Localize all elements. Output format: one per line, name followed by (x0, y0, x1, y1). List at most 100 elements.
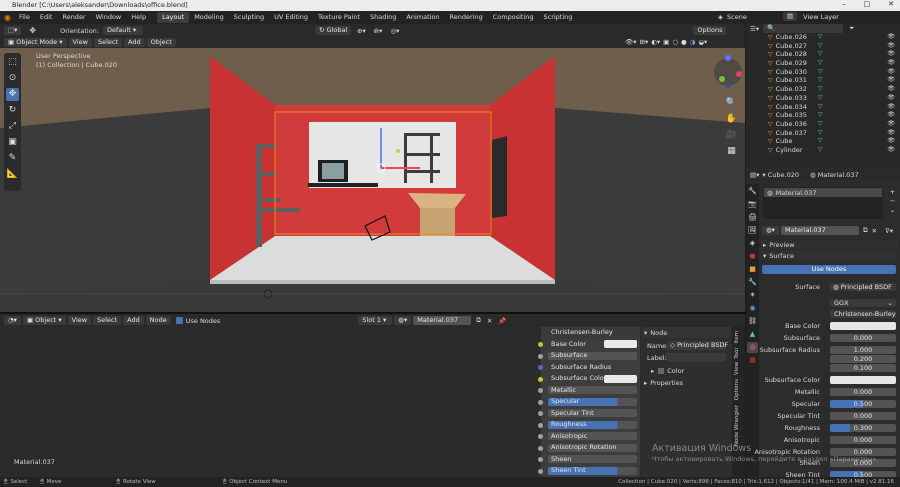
tab-animation[interactable]: Animation (401, 12, 444, 23)
node-properties-row[interactable]: ▸ Properties (641, 379, 731, 387)
options-dropdown[interactable]: Options (693, 26, 727, 35)
remove-slot-button[interactable]: − (888, 197, 897, 206)
constraints-tab-icon[interactable]: ⛓ (747, 316, 758, 327)
particles-tab-icon[interactable]: ✶ (747, 290, 758, 301)
select-box-icon[interactable]: ⬚ (6, 56, 19, 69)
visibility-eye-icon[interactable]: 👁 (887, 33, 895, 42)
outliner-item[interactable]: ▽ Cube.033 ▽ 👁 (746, 94, 900, 103)
view-layer-icon[interactable]: ▤ (783, 12, 798, 21)
pan-hand-icon[interactable]: ✋ (725, 113, 738, 126)
socket-row[interactable]: Sheen Tint (538, 465, 640, 477)
view-layer-selector[interactable]: View Layer (803, 13, 863, 21)
mode-dropdown[interactable]: ▣ Object Mode ▾ (4, 38, 67, 47)
socket-value-field[interactable] (604, 340, 637, 348)
visibility-eye-icon[interactable]: 👁 (887, 59, 895, 68)
property-value-field[interactable]: 0.200 (830, 355, 896, 363)
rotate-icon[interactable]: ↻ (6, 104, 19, 117)
socket-dot-icon[interactable] (538, 434, 543, 439)
tab-item[interactable]: Item (734, 331, 740, 344)
outliner-item[interactable]: ▽ Cube.036 ▽ 👁 (746, 120, 900, 129)
use-nodes-button[interactable]: Use Nodes (762, 265, 896, 274)
camera-view-icon[interactable]: 🎥 (725, 129, 738, 142)
material-copy-icon[interactable]: ⧉ (863, 226, 868, 235)
tab-uv-editing[interactable]: UV Editing (269, 12, 313, 23)
visibility-eye-icon[interactable]: 👁 (887, 94, 895, 103)
property-value-field[interactable]: 0.000 (830, 388, 896, 396)
tab-texture-paint[interactable]: Texture Paint (313, 12, 365, 23)
socket-row[interactable]: Roughness (538, 419, 640, 431)
socket-row[interactable]: Anisotropic Rotation (538, 442, 640, 454)
move-icon[interactable]: ✥ (6, 88, 19, 101)
slot-dropdown[interactable]: Slot 1 ▾ (358, 316, 393, 325)
perspective-toggle-icon[interactable]: ▦ (725, 145, 738, 158)
world-tab-icon[interactable]: ● (747, 251, 758, 262)
menu-window[interactable]: Window (91, 11, 127, 24)
material-name-field[interactable]: Material.037 (413, 316, 472, 325)
socket-dot-icon[interactable] (538, 388, 543, 393)
outliner-item[interactable]: ▽ Cylinder ▽ 👁 (746, 146, 900, 155)
property-value-field[interactable]: 0.000 (830, 334, 896, 342)
menu-help[interactable]: Help (126, 11, 151, 24)
material-unlink-icon[interactable]: ✕ (872, 227, 877, 235)
zoom-icon[interactable]: 🔍 (725, 97, 738, 110)
3d-viewport[interactable]: User Perspective (1) Collection | Cube.0… (0, 48, 745, 312)
surface-panel-header[interactable]: ▾ Surface (760, 251, 898, 260)
node-label-field[interactable] (666, 353, 726, 362)
socket-dot-icon[interactable] (538, 457, 543, 462)
proportional-icon[interactable]: ◎▾ (390, 27, 399, 35)
visibility-eye-icon[interactable]: 👁 (887, 129, 895, 138)
material-slot-list[interactable]: ◍ Material.037 (763, 187, 883, 219)
texture-tab-icon[interactable]: ▦ (747, 355, 758, 366)
outliner-item[interactable]: ▽ Cube.029 ▽ 👁 (746, 59, 900, 68)
pin-icon[interactable]: 📌 (498, 317, 506, 325)
material-browse-icon-2[interactable]: ◍▾ (762, 226, 779, 235)
material-datablock-field[interactable]: Material.037 (780, 226, 859, 235)
visibility-eye-icon[interactable]: 👁 (887, 120, 895, 129)
measure-icon[interactable]: 📐 (6, 168, 19, 181)
socket-dot-icon[interactable] (538, 422, 543, 428)
principled-bsdf-node[interactable]: Christensen-Burley Base Color Subsurface S… (538, 327, 640, 477)
material-shading-icon[interactable]: ◑ (690, 38, 696, 46)
property-value-field[interactable]: 0.300 (830, 424, 896, 432)
viewport-menu-add[interactable]: Add (124, 38, 145, 47)
socket-row[interactable]: Sheen (538, 454, 640, 466)
viewport-menu-select[interactable]: Select (93, 38, 123, 47)
cursor-icon[interactable]: ⊙ (6, 72, 19, 85)
socket-dot-icon[interactable] (538, 365, 543, 370)
socket-row[interactable]: Subsurface (538, 350, 640, 362)
pivot-icon[interactable]: ⊕▾ (357, 27, 366, 35)
tab-node-wrangler[interactable]: Node Wrangler (734, 405, 740, 446)
overlay-icon[interactable]: ◐▾ (651, 38, 660, 46)
render-tab-icon[interactable]: 📷 (747, 199, 758, 210)
tab-layout[interactable]: Layout (157, 12, 190, 23)
socket-row[interactable]: Anisotropic (538, 431, 640, 443)
visibility-icon[interactable]: 👁▾ (625, 38, 637, 46)
xray-icon[interactable]: ▣ (663, 38, 669, 46)
tab-tool[interactable]: Tool (734, 348, 740, 359)
wireframe-shading-icon[interactable]: ○ (672, 38, 678, 46)
subsurface-method-label[interactable]: Christensen-Burley (541, 327, 640, 339)
filter-icon[interactable]: ⏷ (849, 24, 854, 33)
outliner-item[interactable]: ▽ Cube ▽ 👁 (746, 137, 900, 146)
outliner-item[interactable]: ▽ Cube.030 ▽ 👁 (746, 68, 900, 77)
node-menu-node[interactable]: Node (145, 316, 171, 325)
outliner-item[interactable]: ▽ Cube.027 ▽ 👁 (746, 42, 900, 51)
transform-orientation-dropdown[interactable]: ↻ Global (315, 26, 351, 35)
visibility-eye-icon[interactable]: 👁 (887, 146, 895, 155)
shader-type-dropdown[interactable]: ▣ Object ▾ (22, 316, 66, 325)
use-nodes-checkbox[interactable] (175, 317, 183, 324)
socket-row[interactable]: Subsurface Color (538, 373, 640, 385)
socket-value-field[interactable] (604, 374, 637, 383)
node-name-field[interactable]: ◇ Principled BSDF (666, 341, 728, 350)
physics-tab-icon[interactable]: ◉ (747, 303, 758, 314)
visibility-eye-icon[interactable]: 👁 (887, 42, 895, 51)
distribution-dropdown[interactable]: GGX ⌄ (830, 299, 896, 307)
outliner-item[interactable]: ▽ Cube.026 ▽ 👁 (746, 33, 900, 42)
material-browse-icon[interactable]: ◍▾ (394, 316, 412, 325)
rendered-shading-icon[interactable]: ◒▾ (698, 38, 707, 46)
move-mode-icon[interactable]: ✥ (29, 26, 36, 35)
node-menu-view[interactable]: View (67, 316, 92, 325)
fake-user-icon[interactable]: ⧉ (476, 316, 481, 325)
axis-gizmo-icon[interactable] (713, 52, 743, 92)
socket-row[interactable]: Subsurface Radius (538, 362, 640, 374)
